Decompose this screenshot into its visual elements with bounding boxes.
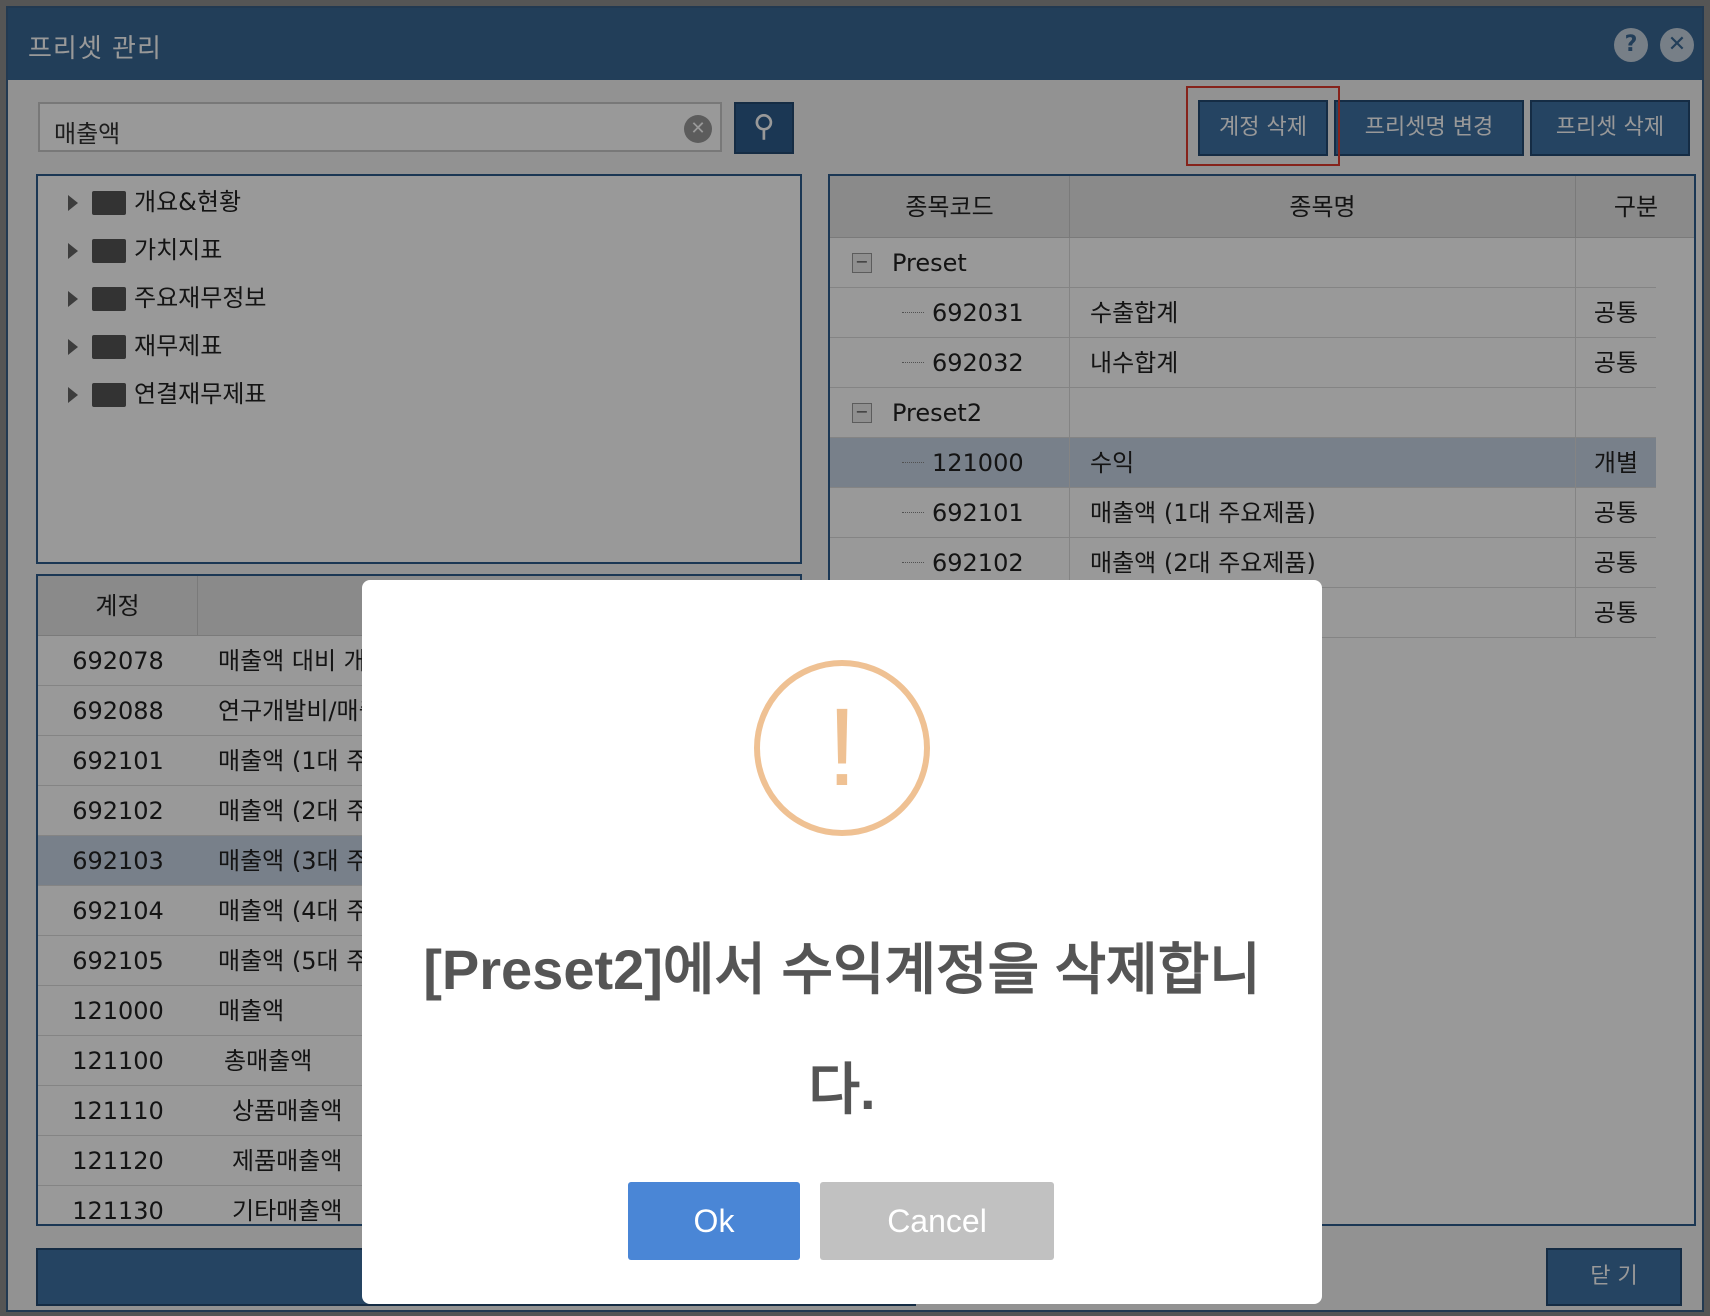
ok-button[interactable]: Ok — [628, 1182, 800, 1260]
confirm-dialog: ! [Preset2]에서 수익계정을 삭제합니다. Ok Cancel — [362, 580, 1322, 1304]
warning-icon: ! — [754, 660, 930, 836]
cancel-button[interactable]: Cancel — [820, 1182, 1054, 1260]
preset-manager-window: 프리셋 관리 ? ✕ 매출액 ✕ ⚲ 계정 삭제 프리셋명 변경 프리셋 삭제 … — [0, 0, 1710, 1316]
dialog-message: [Preset2]에서 수익계정을 삭제합니다. — [423, 938, 1261, 1121]
